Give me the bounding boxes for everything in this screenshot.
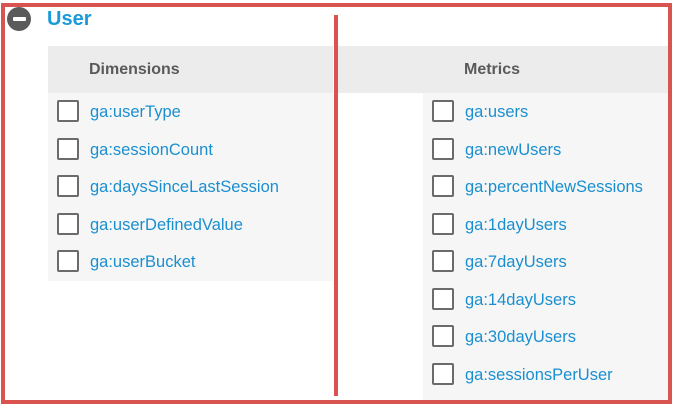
metric-label[interactable]: ga:7dayUsers: [465, 253, 567, 272]
metric-label[interactable]: ga:newUsers: [465, 141, 561, 160]
dimension-label[interactable]: ga:daysSinceLastSession: [90, 178, 279, 197]
metric-checkbox[interactable]: [432, 250, 454, 272]
dimension-item: ga:userDefinedValue: [57, 212, 279, 251]
metric-item: ga:14dayUsers: [432, 287, 643, 326]
metric-checkbox[interactable]: [432, 137, 454, 160]
metrics-list: ga:users ga:newUsers ga:percentNewSessio…: [432, 100, 643, 400]
section-title: User: [47, 7, 92, 30]
metric-item: ga:newUsers: [432, 137, 643, 176]
metric-item: ga:users: [432, 100, 643, 138]
metrics-header: Metrics: [338, 46, 668, 93]
dimension-item: ga:daysSinceLastSession: [57, 175, 279, 213]
metric-checkbox[interactable]: [432, 362, 454, 385]
metric-item: ga:percentNewSessions: [432, 175, 643, 213]
dimension-item: ga:userBucket: [57, 250, 279, 288]
dimension-label[interactable]: ga:userDefinedValue: [90, 216, 243, 235]
dimension-checkbox[interactable]: [57, 212, 79, 235]
metric-checkbox[interactable]: [432, 212, 454, 235]
metric-item: ga:sessionsPerUser: [432, 362, 643, 401]
dimension-checkbox[interactable]: [57, 137, 79, 160]
dimension-checkbox[interactable]: [57, 250, 79, 272]
metric-item: ga:1dayUsers: [432, 212, 643, 251]
dimensions-list: ga:userType ga:sessionCount ga:daysSince…: [57, 100, 279, 288]
dimension-label[interactable]: ga:userBucket: [90, 253, 195, 272]
metric-checkbox[interactable]: [432, 287, 454, 310]
metric-checkbox[interactable]: [432, 325, 454, 347]
metric-label[interactable]: ga:30dayUsers: [465, 328, 576, 347]
highlight-divider: [334, 15, 338, 396]
dimension-checkbox[interactable]: [57, 100, 79, 122]
metric-item: ga:7dayUsers: [432, 250, 643, 288]
metric-label[interactable]: ga:percentNewSessions: [465, 178, 643, 197]
metric-checkbox[interactable]: [432, 175, 454, 197]
metric-label[interactable]: ga:1dayUsers: [465, 216, 567, 235]
metric-label[interactable]: ga:sessionsPerUser: [465, 366, 613, 385]
dimension-checkbox[interactable]: [57, 175, 79, 197]
metric-label[interactable]: ga:14dayUsers: [465, 291, 576, 310]
metric-label[interactable]: ga:users: [465, 103, 528, 122]
dimension-label[interactable]: ga:sessionCount: [90, 141, 213, 160]
dimension-item: ga:userType: [57, 100, 279, 138]
dimension-label[interactable]: ga:userType: [90, 103, 181, 122]
section-header: User: [7, 6, 91, 32]
minus-circle-icon[interactable]: [7, 7, 31, 31]
dimension-item: ga:sessionCount: [57, 137, 279, 176]
dimensions-header: Dimensions: [48, 46, 333, 93]
metric-item: ga:30dayUsers: [432, 325, 643, 363]
metric-checkbox[interactable]: [432, 100, 454, 122]
